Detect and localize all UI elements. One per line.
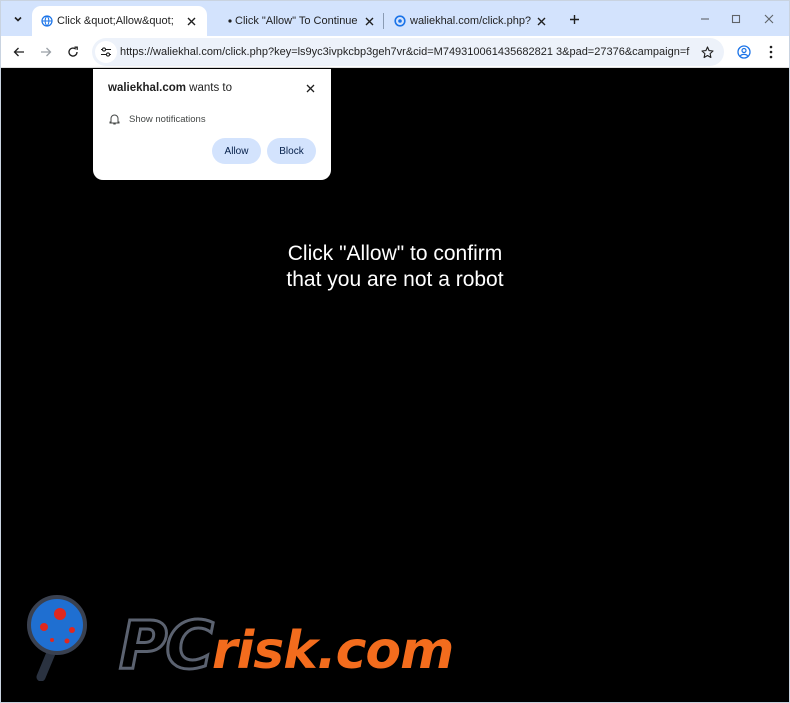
popup-title: waliekhal.com wants to [108,82,232,94]
tab-click-allow[interactable]: Click &quot;Allow&quot; [32,6,207,36]
forward-button[interactable] [35,41,57,63]
block-button[interactable]: Block [267,138,316,164]
url-text[interactable]: https://waliekhal.com/click.php?key=ls9y… [120,45,690,59]
tab-click-allow-continue[interactable]: Click "Allow" To Continue [215,6,385,36]
watermark-text: PCrisk.com [118,609,455,686]
allow-button[interactable]: Allow [212,138,261,164]
tab-title: waliekhal.com/click.php?key=ls [410,15,531,27]
arrow-left-icon [13,47,24,57]
globe-icon [40,14,54,28]
minimize-icon [701,18,709,20]
tab-close-button[interactable] [183,13,199,29]
reload-button[interactable] [62,41,84,63]
robot-check-message: Click "Allow" to confirm that you are no… [1,241,789,293]
reload-icon [68,46,78,57]
popup-close-button[interactable] [303,81,317,95]
notification-permission-popup: waliekhal.com wants to Show notification… [93,69,331,180]
watermark-risk: risk.com [211,621,454,681]
browser-menu-button[interactable] [760,41,782,63]
maximize-button[interactable] [724,9,748,29]
pcrisk-watermark: PCrisk.com [27,591,467,686]
star-icon [700,45,714,58]
close-icon [537,17,545,25]
new-tab-button[interactable] [564,9,584,29]
arrow-right-icon [41,47,52,57]
permission-label: Show notifications [129,113,206,125]
chrome-loading-icon [393,14,407,28]
address-bar[interactable]: https://waliekhal.com/click.php?key=ls9y… [92,38,724,66]
popup-title-suffix: wants to [185,82,233,94]
watermark-pc: PC [118,607,216,684]
message-line-2: that you are not a robot [286,268,504,291]
profile-icon [737,45,751,59]
tab-title: Click "Allow" To Continue [235,15,358,27]
tab-title: Click &quot;Allow&quot; [57,15,174,27]
browser-window: Click &quot;Allow&quot; Click "Allow" To… [0,0,790,703]
bookmark-button[interactable] [698,43,716,61]
close-icon [365,17,373,25]
kebab-menu-icon [769,45,773,59]
browser-toolbar: https://waliekhal.com/click.php?key=ls9y… [1,36,789,68]
close-icon [187,17,195,25]
site-info-button[interactable] [95,41,117,63]
tune-icon [101,47,111,57]
window-close-button[interactable] [757,9,781,29]
minimize-button[interactable] [693,9,717,29]
maximize-icon [731,14,741,24]
tab-waliekhal[interactable]: waliekhal.com/click.php?key=ls [385,6,557,36]
message-line-1: Click "Allow" to confirm [287,242,503,265]
close-icon [306,84,314,92]
close-icon [764,14,774,24]
back-button[interactable] [8,41,30,63]
tab-separator [383,13,384,29]
tab-search-button[interactable] [8,9,28,29]
permission-row: Show notifications [109,112,206,126]
tab-close-button[interactable] [361,13,377,29]
tab-strip: Click &quot;Allow&quot; Click "Allow" To… [1,1,789,36]
bell-icon [109,114,120,125]
popup-site-name: waliekhal.com [108,82,186,94]
profile-button[interactable] [733,41,755,63]
chevron-down-icon [14,16,22,22]
tab-close-button[interactable] [533,13,549,29]
magnifier-logo-icon [27,595,87,681]
plus-icon [569,14,579,24]
